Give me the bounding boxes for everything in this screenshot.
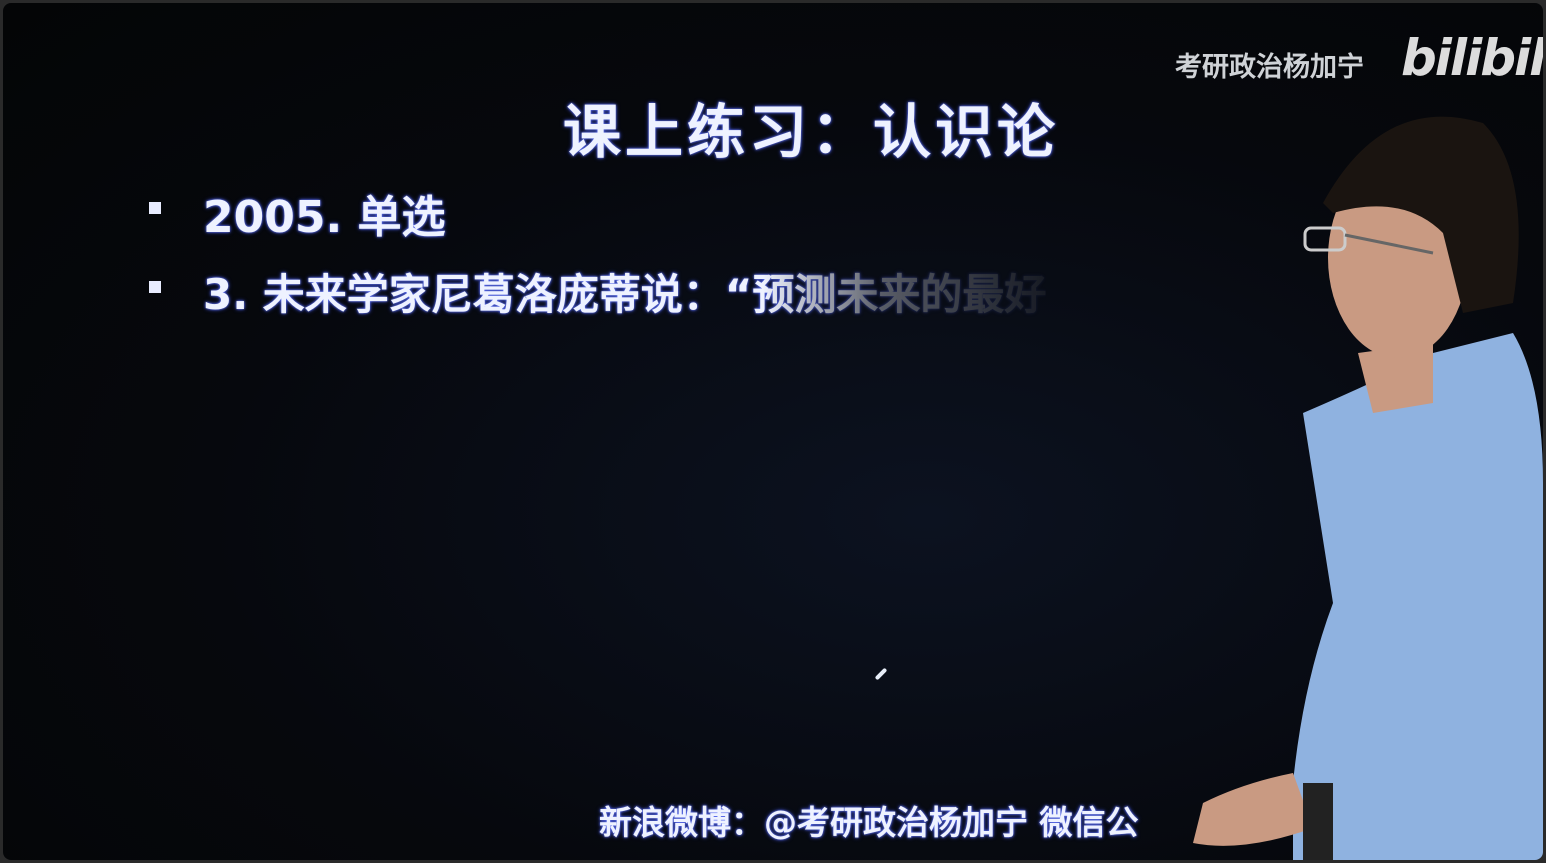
channel-watermark: 考研政治杨加宁 xyxy=(1175,52,1364,83)
bullet-icon xyxy=(149,281,161,293)
slide-item: 2005. 单选 xyxy=(203,192,446,243)
slide-footer: 新浪微博：@考研政治杨加宁 微信公 xyxy=(599,803,1139,842)
slide-title: 课上练习：认识论 xyxy=(563,98,1060,166)
laser-pointer-mark xyxy=(874,667,888,681)
video-frame: 课上练习：认识论 2005. 单选 3. 未来学家尼葛洛庞蒂说：“预测未来的最好… xyxy=(3,3,1543,860)
slide-item: 3. 未来学家尼葛洛庞蒂说：“预测未来的最好 xyxy=(203,270,1047,319)
bullet-icon xyxy=(149,202,161,214)
presenter-figure xyxy=(1193,116,1543,860)
bilibili-logo: bilibili xyxy=(1401,29,1543,87)
